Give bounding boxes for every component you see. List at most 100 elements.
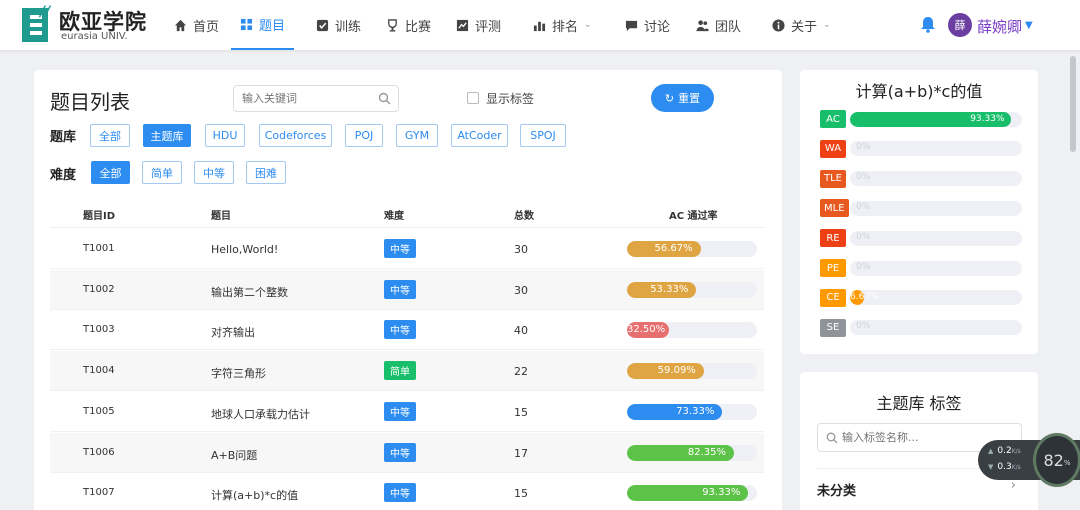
ac-rate-fill: 53.33% [627,281,697,298]
col-total[interactable]: 总数 [514,207,534,222]
gauge-value: 82 [1043,450,1064,470]
table-row[interactable]: T1003 对齐输出 中等 40 32.50% [50,310,764,351]
refresh-icon: ↻ [664,91,675,105]
stat-label-pe: PE [820,259,846,277]
difficulty-medium[interactable]: 中等 [194,161,234,184]
problem-title[interactable]: 地球人口承载力估计 [211,406,310,422]
nav-discussion[interactable]: 讨论 [625,0,670,50]
message-icon [625,20,638,31]
search-input[interactable] [234,86,374,111]
show-tags-checkbox[interactable] [467,92,479,104]
nav-discussion-label: 讨论 [644,19,671,35]
problem-id[interactable]: T1002 [83,284,115,295]
top-navbar: // 欧亚学院 eurasia UNIV. 首页 题目 训练 比赛 评测 排名 … [0,0,1080,50]
stat-value: 0% [856,261,871,272]
stat-bar: 0% [850,171,1022,187]
source-filter-label: 题库 [50,130,77,145]
nav-problems[interactable]: 题目 [231,0,295,50]
nav-contest[interactable]: 比赛 [386,0,431,50]
bell-icon[interactable] [920,16,936,33]
problem-stats-card: 计算(a+b)*c的值 AC 93.33% WA 0% TLE 0% MLE 0% RE 0% PE… [800,70,1038,354]
problem-title[interactable]: 对齐输出 [211,324,255,340]
stat-label-re: RE [820,229,846,248]
ac-rate-bar: 53.33% [627,281,757,298]
nav-team[interactable]: 团队 [696,0,741,50]
nav-home[interactable]: 首页 [174,0,219,50]
problem-title[interactable]: 计算(a+b)*c的值 [211,487,298,503]
search-box[interactable] [233,85,399,112]
difficulty-badge: 中等 [384,401,416,421]
table-row[interactable]: T1001 Hello,World! 中等 30 56.67% [50,229,764,269]
table-row[interactable]: T1007 计算(a+b)*c的值 中等 15 93.33% [50,473,764,510]
col-title[interactable]: 题目 [211,207,231,222]
col-difficulty[interactable]: 难度 [384,207,404,222]
total-count: 40 [514,324,528,338]
reset-button[interactable]: ↻ 重置 [651,84,714,112]
difficulty-hard[interactable]: 困难 [246,161,286,184]
stat-value: 0% [856,172,871,183]
avatar[interactable]: 薛 [948,13,972,37]
user-name[interactable]: 薛婉卿 [977,16,1022,37]
gauge-unit: % [1063,459,1071,467]
difficulty-filter-label: 难度 [50,168,77,183]
table-row[interactable]: T1004 字符三角形 简单 22 59.09% [50,351,764,392]
col-ac-rate[interactable]: AC 通过率 [669,207,718,222]
problem-id[interactable]: T1004 [83,365,115,376]
stat-value: 0% [856,321,871,332]
difficulty-badge: 简单 [384,361,416,381]
table-row[interactable]: T1005 地球人口承载力估计 中等 15 73.33% [50,392,764,432]
download-speed: ▼ 0.3K/s [988,462,1021,472]
stat-value: 0% [856,142,871,153]
caret-down-icon[interactable]: ▼ [1025,20,1033,31]
nav-rank[interactable]: 排名 ⌄ [533,0,592,50]
team-icon [696,19,709,31]
scrollbar[interactable] [1070,56,1076,152]
stat-label-ac: AC [820,110,846,128]
source-spoj[interactable]: SPOJ [520,124,566,147]
arrow-up-icon: ▲ [988,447,994,455]
source-gym[interactable]: GYM [396,124,438,147]
nav-status[interactable]: 评测 [456,0,501,50]
col-id[interactable]: 题目ID [83,207,115,222]
problem-id[interactable]: T1003 [83,324,115,335]
ac-rate-bar: 73.33% [627,403,757,420]
upload-speed: ▲ 0.2K/s [988,446,1021,456]
problem-title[interactable]: 输出第二个整数 [211,284,288,300]
difficulty-easy[interactable]: 简单 [142,161,182,184]
problem-id[interactable]: T1001 [83,243,115,254]
nav-about-label: 关于 [791,19,818,35]
nav-training[interactable]: 训练 [316,0,361,50]
stat-bar: 93.33% [850,111,1022,127]
source-poj[interactable]: POJ [345,124,383,147]
difficulty-badge: 中等 [384,320,416,340]
source-hdu[interactable]: HDU [205,124,245,147]
source-all[interactable]: 全部 [90,124,130,147]
nav-team-label: 团队 [715,19,742,35]
ac-rate-bar: 93.33% [627,485,757,502]
stats-title: 计算(a+b)*c的值 [855,82,983,101]
problem-id[interactable]: T1005 [83,406,115,417]
search-icon[interactable] [378,92,391,105]
difficulty-all[interactable]: 全部 [91,161,130,184]
problem-id[interactable]: T1007 [83,487,115,498]
problem-title[interactable]: 字符三角形 [211,365,266,381]
table-row[interactable]: T1006 A+B问题 中等 17 82.35% [50,432,764,473]
stat-bar: 0% [850,230,1022,246]
chevron-down-icon: ⌄ [823,20,831,30]
chevron-down-icon: ⌄ [584,20,592,30]
source-atcoder[interactable]: AtCoder [451,124,508,147]
nav-status-label: 评测 [475,19,502,35]
problem-title[interactable]: A+B问题 [211,447,257,463]
stat-label-wa: WA [820,139,846,158]
uncategorized-label: 未分类 [817,484,857,499]
nav-about[interactable]: 关于 ⌄ [772,0,831,50]
problem-id[interactable]: T1006 [83,447,115,458]
show-tags-label[interactable]: 显示标签 [486,90,534,107]
performance-gauge[interactable]: 82% [1033,433,1080,487]
logo-subtext: eurasia UNIV. [61,31,128,42]
source-codeforces[interactable]: Codeforces [259,124,332,147]
source-main[interactable]: 主题库 [143,124,191,147]
problem-title[interactable]: Hello,World! [211,243,278,256]
ac-rate-fill: 73.33% [627,403,723,420]
table-row[interactable]: T1002 输出第二个整数 中等 30 53.33% [50,269,764,310]
